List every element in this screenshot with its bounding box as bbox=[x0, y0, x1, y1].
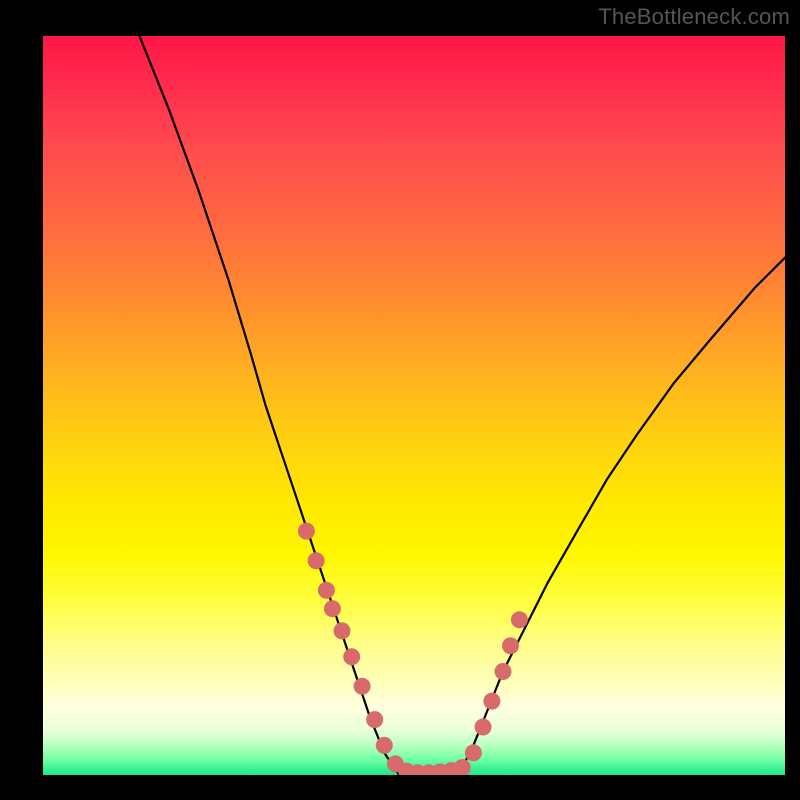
data-marker bbox=[324, 600, 341, 617]
data-marker bbox=[343, 648, 360, 665]
marker-group bbox=[298, 523, 528, 775]
data-marker bbox=[334, 622, 351, 639]
data-marker bbox=[483, 693, 500, 710]
data-marker bbox=[465, 744, 482, 761]
data-marker bbox=[454, 759, 471, 775]
data-marker bbox=[308, 552, 325, 569]
data-marker bbox=[475, 719, 492, 736]
data-marker bbox=[318, 582, 335, 599]
data-marker bbox=[502, 637, 519, 654]
data-marker bbox=[376, 737, 393, 754]
bottleneck-curve bbox=[140, 36, 786, 775]
plot-area bbox=[43, 36, 785, 775]
data-marker bbox=[495, 663, 512, 680]
curve-group bbox=[140, 36, 786, 775]
data-marker bbox=[366, 711, 383, 728]
data-marker bbox=[298, 523, 315, 540]
chart-frame: TheBottleneck.com bbox=[0, 0, 800, 800]
watermark-text: TheBottleneck.com bbox=[598, 4, 790, 30]
data-marker bbox=[511, 611, 528, 628]
data-marker bbox=[354, 678, 371, 695]
chart-svg bbox=[43, 36, 785, 775]
